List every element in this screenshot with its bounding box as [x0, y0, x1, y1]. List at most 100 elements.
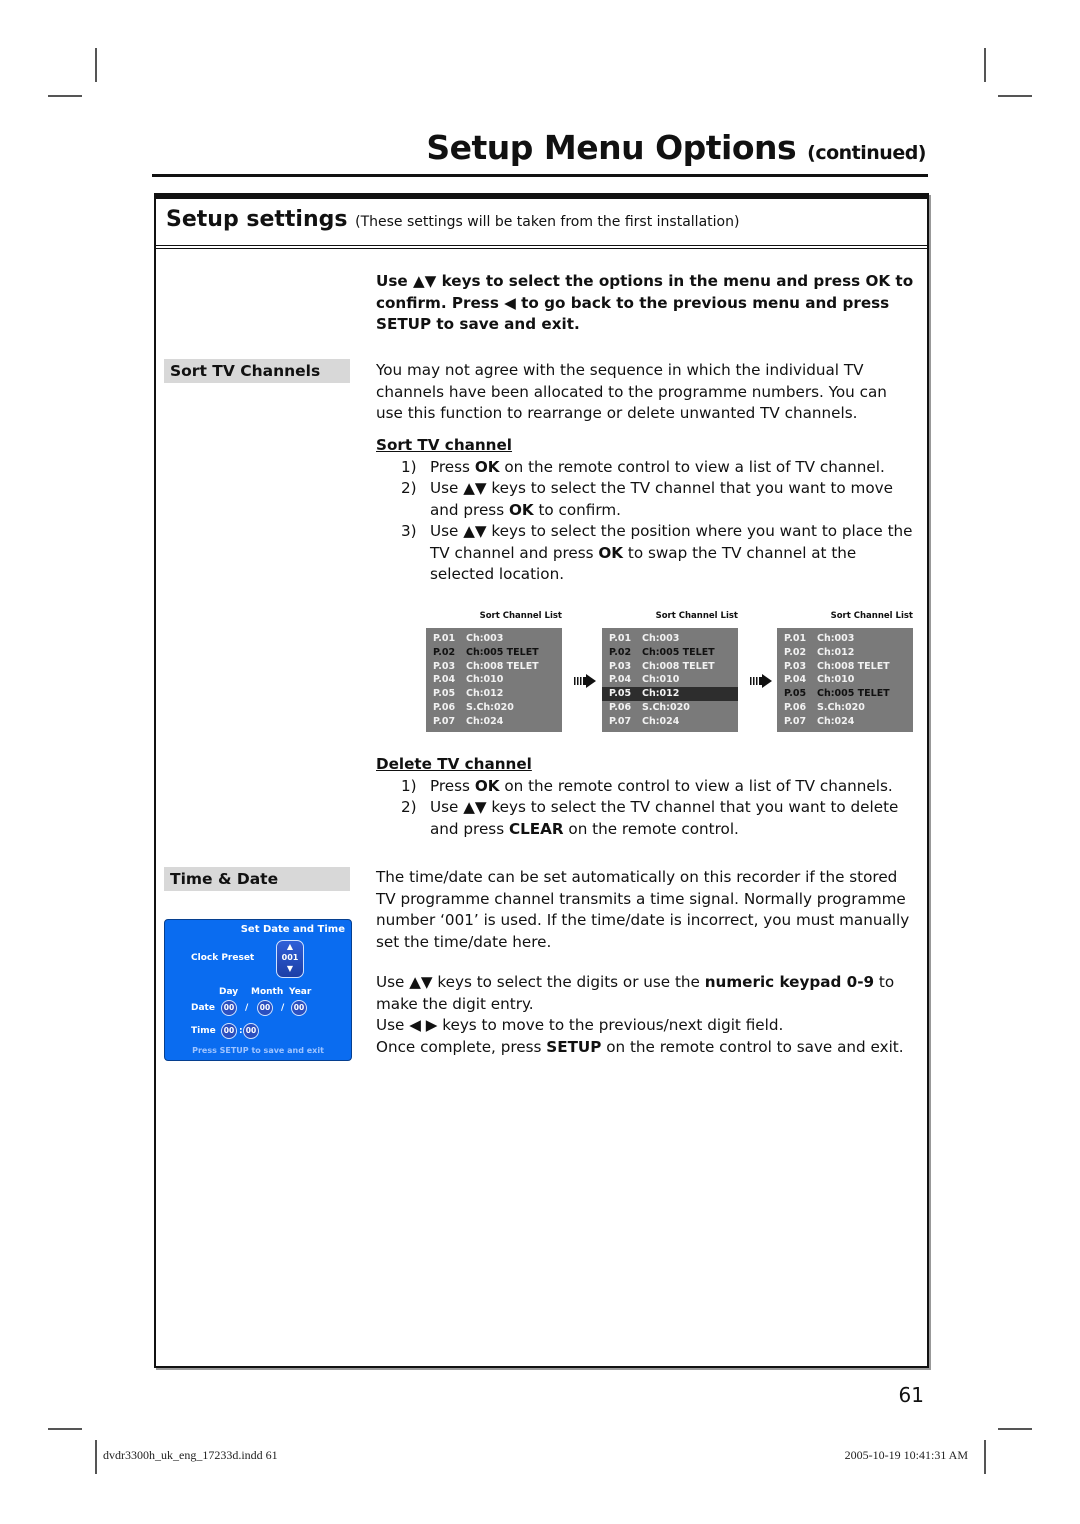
programme-number: P.01 [433, 633, 456, 644]
channel-row[interactable]: P.03 Ch:008 TELET [777, 660, 913, 674]
channel-row[interactable]: P.07 Ch:024 [426, 715, 562, 729]
programme-number: P.01 [609, 633, 632, 644]
channel-row[interactable]: P.06 S.Ch:020 [426, 701, 562, 715]
list-panel: P.01 Ch:003 P.02 Ch:005 TELET P.03 Ch:008 TEL… [602, 628, 738, 732]
minute-field[interactable]: 00 [243, 1023, 259, 1039]
programme-number: P.04 [784, 674, 807, 686]
programme-number: P.03 [784, 660, 807, 672]
crop-mark [984, 1440, 986, 1474]
channel-row[interactable]: P.02 Ch:005 TELET [426, 646, 562, 660]
channel-row[interactable]: P.05 Ch:005 TELET [777, 687, 913, 701]
step-number: 2) [401, 479, 417, 497]
time-label: Time [191, 1026, 216, 1036]
crop-mark [95, 48, 97, 82]
intro-instructions: Use ▲▼ keys to select the options in the… [376, 272, 914, 333]
step-key: CLEAR [508, 819, 564, 838]
programme-number: P.04 [433, 674, 456, 686]
crop-mark [95, 1440, 97, 1474]
date-separator: / [245, 1003, 249, 1013]
programme-number: P.07 [609, 715, 632, 727]
crop-mark [48, 95, 82, 97]
channel-row[interactable]: P.02 Ch:005 TELET [602, 646, 738, 660]
channel-name: Ch:003 [642, 633, 680, 644]
delete-steps: 1) Press OK on the remote control to view… [376, 776, 916, 841]
list-caption: Sort Channel List [479, 611, 562, 621]
channel-name: Ch:003 [817, 633, 855, 644]
para4-pre: Once complete, press [376, 1037, 547, 1056]
label-time-date: Time & Date [164, 867, 350, 891]
channel-row[interactable]: P.07 Ch:024 [602, 715, 738, 729]
up-arrow-icon[interactable]: ▲ [277, 941, 303, 952]
osd-title: Set Date and Time [240, 924, 345, 935]
step-text: Press [430, 457, 475, 476]
clock-preset-spinner[interactable]: ▲ 001 ▼ [276, 940, 304, 978]
programme-number: P.05 [609, 688, 632, 700]
crop-mark [984, 48, 986, 82]
channel-row[interactable]: P.03 Ch:008 TELET [426, 660, 562, 674]
slug-timestamp: 2005-10-19 10:41:31 AM [844, 1448, 968, 1462]
channel-row[interactable]: P.05 Ch:012 [602, 687, 738, 701]
list-panel: P.01 Ch:003 P.02 Ch:012 P.03 Ch:008 TELET P.04… [777, 628, 913, 732]
channel-name: Ch:012 [642, 688, 680, 700]
clock-preset-value: 001 [281, 953, 299, 962]
page-title-text: Setup Menu Options [426, 128, 797, 167]
step-text: on the remote control to view a list of … [499, 457, 885, 476]
channel-row[interactable]: P.04 Ch:010 [426, 673, 562, 687]
sort-description: You may not agree with the sequence in w… [376, 361, 887, 422]
channel-name: Ch:005 TELET [466, 646, 539, 658]
time-date-para3: Use ◀ ▶ keys to move to the previous/nex… [376, 1016, 784, 1034]
programme-number: P.05 [784, 688, 807, 700]
channel-row[interactable]: P.01 Ch:003 [426, 632, 562, 646]
programme-number: P.03 [433, 660, 456, 672]
step-key: OK [474, 457, 500, 476]
step-text: on the remote control. [563, 819, 739, 838]
programme-number: P.03 [609, 660, 632, 672]
step-key: OK [598, 543, 624, 562]
channel-row[interactable]: P.07 Ch:024 [777, 715, 913, 729]
channel-name: S.Ch:020 [466, 701, 514, 713]
year-field[interactable]: 00 [291, 1000, 307, 1016]
time-date-para2: Use ▲▼ keys to select the digits or use … [376, 972, 916, 1015]
step-item: 1) Press OK on the remote control to view… [376, 457, 916, 479]
channel-row[interactable]: P.06 S.Ch:020 [777, 701, 913, 715]
step-key: OK [474, 776, 500, 795]
sort-channel-list: Sort Channel List P.01 Ch:003 P.02 Ch:005 TE… [426, 609, 562, 732]
programme-number: P.01 [784, 633, 807, 644]
step-text: to confirm. [533, 500, 621, 519]
month-field[interactable]: 00 [257, 1000, 273, 1016]
channel-row[interactable]: P.04 Ch:010 [602, 673, 738, 687]
channel-name: Ch:008 TELET [642, 660, 715, 672]
channel-name: S.Ch:020 [642, 701, 690, 713]
step-item: 1) Press OK on the remote control to view… [376, 776, 916, 798]
down-arrow-icon[interactable]: ▼ [277, 963, 303, 974]
delete-tv-channel-section: Delete TV channel 1) Press OK on the remo… [376, 754, 916, 840]
clock-preset-label: Clock Preset [191, 953, 255, 963]
day-field[interactable]: 00 [221, 1000, 237, 1016]
channel-row[interactable]: P.04 Ch:010 [777, 673, 913, 687]
channel-row[interactable]: P.05 Ch:012 [426, 687, 562, 701]
channel-name: Ch:005 TELET [642, 646, 715, 658]
hour-field[interactable]: 00 [221, 1023, 237, 1039]
step-text: on the remote control to view a list of … [499, 776, 893, 795]
programme-number: P.06 [784, 701, 807, 713]
step-text: Use ▲▼ keys to select the TV channel tha… [430, 479, 893, 519]
channel-row[interactable]: P.01 Ch:003 [777, 632, 913, 646]
channel-row[interactable]: P.06 S.Ch:020 [602, 701, 738, 715]
step-number: 1) [401, 457, 417, 476]
page-title-suffix: (continued) [807, 142, 926, 164]
channel-row[interactable]: P.02 Ch:012 [777, 646, 913, 660]
sort-channel-list: Sort Channel List P.01 Ch:003 P.02 Ch:005 TE… [602, 609, 738, 732]
set-date-time-osd: Set Date and Time Clock Preset ▲ 001 ▼ D… [164, 919, 352, 1061]
step-number: 3) [401, 522, 417, 540]
date-label: Date [191, 1003, 215, 1013]
channel-name: Ch:012 [466, 688, 504, 700]
programme-number: P.05 [433, 688, 456, 700]
sort-steps: 1) Press OK on the remote control to view… [376, 457, 916, 586]
channel-name: Ch:024 [817, 715, 855, 727]
channel-row[interactable]: P.01 Ch:003 [602, 632, 738, 646]
crop-mark [998, 95, 1032, 97]
programme-number: P.02 [609, 646, 632, 658]
time-date-para1: The time/date can be set automatically o… [376, 868, 910, 951]
channel-row[interactable]: P.03 Ch:008 TELET [602, 660, 738, 674]
channel-name: Ch:010 [466, 674, 504, 686]
